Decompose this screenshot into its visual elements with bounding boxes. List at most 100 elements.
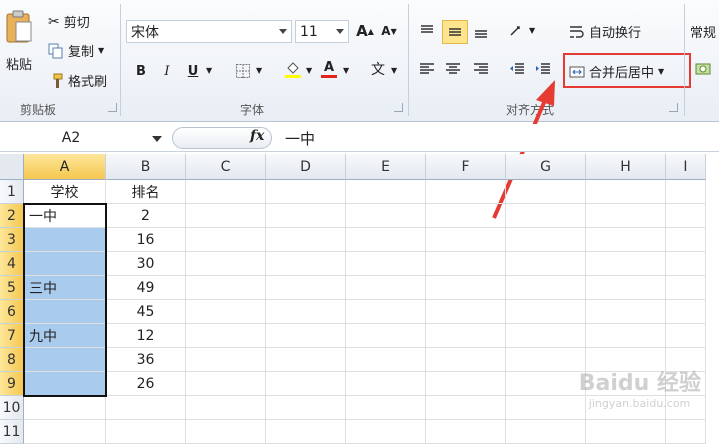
cell-d3[interactable] [266, 228, 346, 252]
cell-d9[interactable] [266, 372, 346, 396]
cell-f7[interactable] [426, 324, 506, 348]
name-box[interactable]: A2 [0, 126, 172, 150]
cell-e10[interactable] [346, 396, 426, 420]
column-header-f[interactable]: F [426, 154, 506, 180]
cell-f10[interactable] [426, 396, 506, 420]
cell-a1[interactable]: 学校 [24, 180, 106, 204]
cell-c3[interactable] [186, 228, 266, 252]
cell-f1[interactable] [426, 180, 506, 204]
cell-b1[interactable]: 排名 [106, 180, 186, 204]
cell-h1[interactable] [586, 180, 666, 204]
cell-d2[interactable] [266, 204, 346, 228]
cell-e3[interactable] [346, 228, 426, 252]
cell-b8[interactable]: 36 [106, 348, 186, 372]
insert-function-icon[interactable]: fx [250, 128, 264, 144]
cell-b10[interactable] [106, 396, 186, 420]
cell-g7[interactable] [506, 324, 586, 348]
cell-g5[interactable] [506, 276, 586, 300]
cell-f9[interactable] [426, 372, 506, 396]
row-header-2[interactable]: 2 [0, 204, 24, 228]
row-header-4[interactable]: 4 [0, 252, 24, 276]
row-header-8[interactable]: 8 [0, 348, 24, 372]
row-header-1[interactable]: 1 [0, 180, 24, 204]
cell-f5[interactable] [426, 276, 506, 300]
cell-f2[interactable] [426, 204, 506, 228]
cell-g6[interactable] [506, 300, 586, 324]
cell-d8[interactable] [266, 348, 346, 372]
cell-i11[interactable] [666, 420, 706, 444]
cell-g4[interactable] [506, 252, 586, 276]
cell-h2[interactable] [586, 204, 666, 228]
row-header-3[interactable]: 3 [0, 228, 24, 252]
cell-e2[interactable] [346, 204, 426, 228]
cell-e5[interactable] [346, 276, 426, 300]
row-header-11[interactable]: 11 [0, 420, 24, 444]
column-header-g[interactable]: G [506, 154, 586, 180]
cell-i5[interactable] [666, 276, 706, 300]
column-header-a[interactable]: A [24, 154, 106, 180]
cell-c1[interactable] [186, 180, 266, 204]
cell-d5[interactable] [266, 276, 346, 300]
cell-d6[interactable] [266, 300, 346, 324]
cell-c9[interactable] [186, 372, 266, 396]
column-header-i[interactable]: I [666, 154, 706, 180]
cell-b5[interactable]: 49 [106, 276, 186, 300]
cell-i3[interactable] [666, 228, 706, 252]
cell-e6[interactable] [346, 300, 426, 324]
cell-h3[interactable] [586, 228, 666, 252]
cell-b4[interactable]: 30 [106, 252, 186, 276]
cell-d10[interactable] [266, 396, 346, 420]
cell-b11[interactable] [106, 420, 186, 444]
column-header-e[interactable]: E [346, 154, 426, 180]
cell-i2[interactable] [666, 204, 706, 228]
cell-a11[interactable] [24, 420, 106, 444]
cell-b6[interactable]: 45 [106, 300, 186, 324]
cell-e7[interactable] [346, 324, 426, 348]
cell-h11[interactable] [586, 420, 666, 444]
cell-d1[interactable] [266, 180, 346, 204]
cell-h5[interactable] [586, 276, 666, 300]
row-header-6[interactable]: 6 [0, 300, 24, 324]
formula-input[interactable]: 一中 [285, 128, 315, 149]
cell-e4[interactable] [346, 252, 426, 276]
cell-i7[interactable] [666, 324, 706, 348]
column-header-c[interactable]: C [186, 154, 266, 180]
cell-f11[interactable] [426, 420, 506, 444]
cell-e9[interactable] [346, 372, 426, 396]
cell-d7[interactable] [266, 324, 346, 348]
row-header-5[interactable]: 5 [0, 276, 24, 300]
cell-g10[interactable] [506, 396, 586, 420]
cell-c10[interactable] [186, 396, 266, 420]
cell-b2[interactable]: 2 [106, 204, 186, 228]
cell-f3[interactable] [426, 228, 506, 252]
cell-e11[interactable] [346, 420, 426, 444]
row-header-9[interactable]: 9 [0, 372, 24, 396]
cell-c8[interactable] [186, 348, 266, 372]
select-all-corner[interactable] [0, 154, 24, 180]
cell-g8[interactable] [506, 348, 586, 372]
cell-c6[interactable] [186, 300, 266, 324]
row-header-10[interactable]: 10 [0, 396, 24, 420]
cell-e1[interactable] [346, 180, 426, 204]
cell-g3[interactable] [506, 228, 586, 252]
cell-c5[interactable] [186, 276, 266, 300]
cell-g11[interactable] [506, 420, 586, 444]
column-header-d[interactable]: D [266, 154, 346, 180]
cell-h6[interactable] [586, 300, 666, 324]
cell-c4[interactable] [186, 252, 266, 276]
cell-a10[interactable] [24, 396, 106, 420]
cell-h4[interactable] [586, 252, 666, 276]
cell-d4[interactable] [266, 252, 346, 276]
cell-d11[interactable] [266, 420, 346, 444]
column-header-b[interactable]: B [106, 154, 186, 180]
cell-f6[interactable] [426, 300, 506, 324]
cell-h7[interactable] [586, 324, 666, 348]
cell-f8[interactable] [426, 348, 506, 372]
cell-c11[interactable] [186, 420, 266, 444]
cell-g1[interactable] [506, 180, 586, 204]
cell-i4[interactable] [666, 252, 706, 276]
cell-b3[interactable]: 16 [106, 228, 186, 252]
cell-c7[interactable] [186, 324, 266, 348]
cell-b9[interactable]: 26 [106, 372, 186, 396]
cell-c2[interactable] [186, 204, 266, 228]
